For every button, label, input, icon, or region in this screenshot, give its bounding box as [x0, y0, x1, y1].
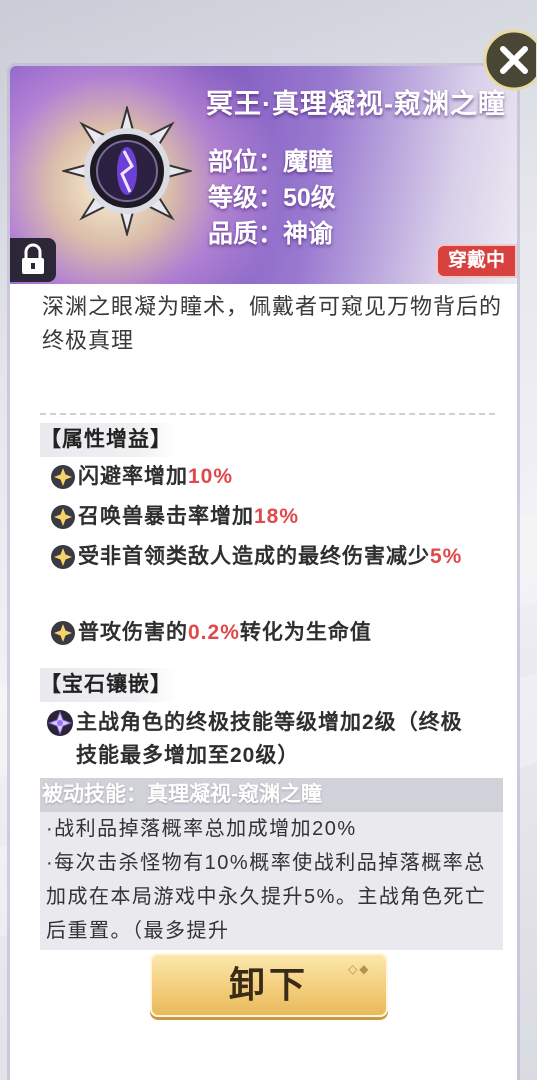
divider — [40, 413, 495, 415]
bonus-value: 5% — [430, 545, 463, 568]
bonus-text: 闪避率增加 — [78, 465, 188, 488]
bonus-value: 10% — [188, 465, 234, 488]
gem-socket: 主战角色的终极技能等级增加2级（终极技能最多增加至20级） — [46, 706, 501, 772]
passive-line: ·战利品掉落概率总加成增加20% — [46, 818, 357, 840]
item-header: 冥王·真理凝视-窥渊之瞳 部位：魔瞳 等级：50级 品质：神谕 穿戴中 — [10, 66, 517, 284]
attributes-header: 【属性增益】 — [40, 423, 178, 457]
equipped-badge: 穿戴中 — [435, 244, 517, 278]
star-badge-icon — [51, 621, 75, 645]
item-level: 等级：50级 — [208, 184, 336, 212]
item-title: 冥王·真理凝视-窥渊之瞳 — [206, 89, 506, 119]
bonus-value: 0.2% — [188, 621, 240, 644]
item-description: 深渊之眼凝为瞳术，佩戴者可窥见万物背后的终极真理 — [42, 294, 503, 353]
gem-text: 主战角色的终极技能等级增加2级（终极技能最多增加至20级） — [76, 711, 463, 767]
item-quality: 品质：神谕 — [208, 220, 334, 248]
bonus-text: 普攻伤害的 — [78, 621, 188, 644]
passive-skill-box: 被动技能：真理凝视-窥渊之瞳 ·战利品掉落概率总加成增加20% ·每次击杀怪物有… — [40, 778, 503, 950]
bonus-value: 18% — [254, 505, 300, 528]
lock-button[interactable] — [10, 238, 56, 282]
bonus-item: 受非首领类敌人造成的最终伤害减少5% — [50, 540, 490, 606]
star-badge-icon — [51, 545, 75, 569]
star-badge-icon — [51, 465, 75, 489]
bonus-suffix: 转化为生命值 — [239, 621, 372, 644]
bonus-item: 闪避率增加10% — [50, 460, 490, 493]
passive-line: ·每次击杀怪物有10%概率使战利品掉落概率总加成在本局游戏中永久提升5%。主战角… — [46, 852, 487, 942]
lock-icon — [22, 243, 44, 274]
button-decoration: ◇◆ — [348, 962, 371, 976]
passive-header: 被动技能：真理凝视-窥渊之瞳 — [40, 778, 503, 812]
item-slot: 部位：魔瞳 — [208, 148, 334, 176]
bonus-text: 召唤兽暴击率增加 — [78, 505, 254, 528]
bonus-item: 召唤兽暴击率增加18% — [50, 500, 490, 533]
gem-icon — [47, 710, 73, 736]
dark-eye-emblem-icon — [62, 106, 192, 236]
bonus-item: 普攻伤害的0.2%转化为生命值 — [50, 616, 490, 649]
star-badge-icon — [51, 505, 75, 529]
gem-header: 【宝石镶嵌】 — [40, 668, 178, 702]
passive-body: ·战利品掉落概率总加成增加20% ·每次击杀怪物有10%概率使战利品掉落概率总加… — [46, 812, 501, 948]
item-detail-card: 冥王·真理凝视-窥渊之瞳 部位：魔瞳 等级：50级 品质：神谕 穿戴中 深渊之眼… — [10, 66, 517, 1080]
bonus-text: 受非首领类敌人造成的最终伤害减少 — [78, 545, 430, 568]
close-icon[interactable] — [478, 24, 536, 94]
